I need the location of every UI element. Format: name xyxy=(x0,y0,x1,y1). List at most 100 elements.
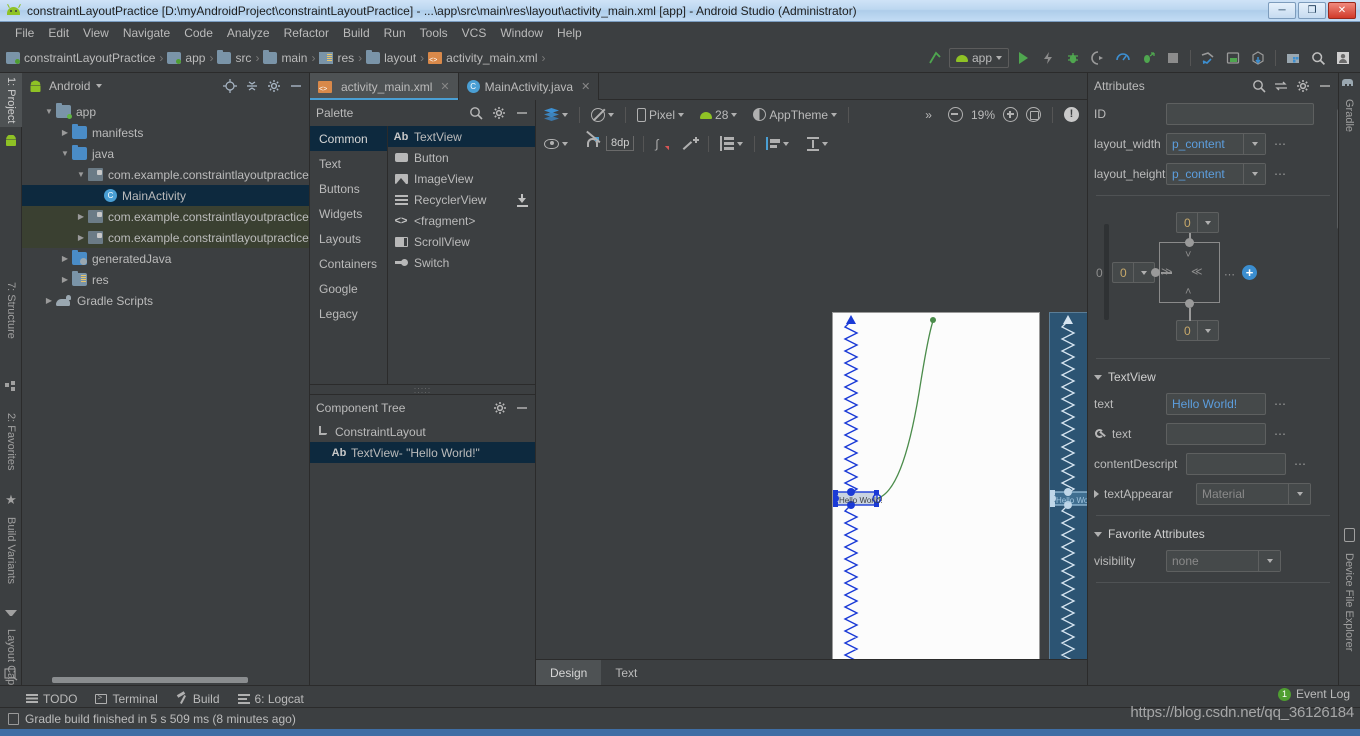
breadcrumb-item-file[interactable]: activity_main.xml› xyxy=(428,51,549,65)
content-description-more-button[interactable]: ⋯ xyxy=(1292,457,1308,471)
collapse-all-icon[interactable] xyxy=(245,79,259,93)
palette-item-fragment[interactable]: <> <fragment> xyxy=(388,210,535,231)
tree-row-package-androidtest[interactable]: ▶ com.example.constraintlayoutpractice xyxy=(22,206,309,227)
toolbar-overflow-button[interactable]: » xyxy=(923,108,934,122)
blueprint-preview[interactable]: Hello World! xyxy=(1049,312,1087,659)
chevron-right-icon[interactable]: ▶ xyxy=(74,231,88,245)
chevron-down-icon[interactable] xyxy=(1196,213,1218,232)
autoconnect-button[interactable] xyxy=(584,130,602,150)
align-button[interactable] xyxy=(764,137,791,150)
menu-window[interactable]: Window xyxy=(493,24,550,42)
sync-gradle-icon[interactable] xyxy=(1197,47,1219,69)
layout-width-more-button[interactable]: ⋯ xyxy=(1272,137,1288,151)
text-appearance-combo[interactable]: Material xyxy=(1196,483,1311,505)
tool-window-gradle[interactable]: Gradle xyxy=(1338,95,1360,136)
close-icon[interactable]: ✕ xyxy=(581,80,590,93)
chevron-right-icon[interactable]: ▶ xyxy=(58,252,72,266)
search-icon[interactable] xyxy=(469,106,483,120)
palette-category-common[interactable]: Common xyxy=(310,126,387,151)
id-input[interactable] xyxy=(1166,103,1314,125)
event-log-button[interactable]: 1 Event Log xyxy=(1277,687,1350,701)
palette-item-imageview[interactable]: ImageView xyxy=(388,168,535,189)
chevron-down-icon[interactable] xyxy=(1243,164,1265,184)
zoom-out-button[interactable] xyxy=(946,107,965,122)
infer-constraints-button[interactable] xyxy=(681,136,700,151)
breadcrumb-item-res[interactable]: res › xyxy=(319,51,366,65)
attach-debugger-icon[interactable] xyxy=(1137,47,1159,69)
chevron-down-icon[interactable]: ▼ xyxy=(58,147,72,161)
issues-button[interactable]: ! xyxy=(1062,107,1081,122)
menu-refactor[interactable]: Refactor xyxy=(277,24,336,42)
visibility-combo[interactable]: none xyxy=(1166,550,1281,572)
clear-constraints-button[interactable]: ∫ xyxy=(653,137,671,151)
stop-icon[interactable] xyxy=(1162,47,1184,69)
search-everywhere-icon[interactable] xyxy=(1307,47,1329,69)
chevron-down-icon[interactable]: ▼ xyxy=(74,168,88,182)
view-mode-selector[interactable] xyxy=(542,108,570,121)
menu-navigate[interactable]: Navigate xyxy=(116,24,177,42)
close-icon[interactable]: ✕ xyxy=(440,80,449,93)
gear-icon[interactable] xyxy=(492,106,506,120)
tree-row-app[interactable]: ▼ app xyxy=(22,101,309,122)
chevron-right-icon[interactable]: ▶ xyxy=(58,126,72,140)
project-horizontal-scrollbar[interactable] xyxy=(52,677,248,683)
menu-analyze[interactable]: Analyze xyxy=(220,24,277,42)
constraint-widget[interactable]: 0 ˅ 0 ˄ 0 ≫ ≪ ⋯ + 0 xyxy=(1094,202,1332,352)
run-icon[interactable] xyxy=(1012,47,1034,69)
project-view-selector[interactable]: Android xyxy=(28,79,223,93)
bottom-item-todo[interactable]: TODO xyxy=(26,692,77,706)
apply-changes-icon[interactable] xyxy=(1037,47,1059,69)
chevron-down-icon[interactable] xyxy=(1258,551,1280,571)
zoom-to-fit-button[interactable] xyxy=(1024,107,1043,122)
layout-captures-icon[interactable] xyxy=(4,668,19,682)
left-margin-field[interactable]: 0 xyxy=(1112,262,1155,283)
breadcrumb-item-src[interactable]: src › xyxy=(217,50,263,65)
guidelines-button[interactable] xyxy=(718,136,745,151)
profiler-icon[interactable] xyxy=(1112,47,1134,69)
design-preview[interactable]: Hello World! xyxy=(832,312,1040,659)
layout-height-combo[interactable]: p_content xyxy=(1166,163,1266,185)
search-icon[interactable] xyxy=(1252,79,1266,93)
run-configuration-selector[interactable]: app xyxy=(948,48,1009,68)
zoom-in-button[interactable] xyxy=(1001,107,1020,122)
bottom-item-terminal[interactable]: Terminal xyxy=(95,692,158,706)
menu-help[interactable]: Help xyxy=(550,24,589,42)
avd-manager-icon[interactable] xyxy=(1222,47,1244,69)
orientation-selector[interactable] xyxy=(589,107,616,122)
menu-run[interactable]: Run xyxy=(377,24,413,42)
content-description-input[interactable] xyxy=(1186,453,1286,475)
chevron-down-icon[interactable] xyxy=(1243,134,1265,154)
hide-icon[interactable] xyxy=(515,401,529,415)
layout-canvas[interactable]: Hello World! Hello World! xyxy=(536,158,1087,659)
palette-item-scrollview[interactable]: ScrollView xyxy=(388,231,535,252)
tool-window-build-variants[interactable]: Build Variants xyxy=(0,513,22,588)
breadcrumb-item-main[interactable]: main › xyxy=(263,50,319,65)
bottom-item-build[interactable]: Build xyxy=(176,690,220,706)
text-input[interactable]: Hello World! xyxy=(1166,393,1266,415)
favorite-attributes-section-header[interactable]: Favorite Attributes xyxy=(1094,522,1332,546)
palette-item-textview[interactable]: Ab TextView xyxy=(388,126,535,147)
chevron-right-icon[interactable]: ▶ xyxy=(74,210,88,224)
palette-category-buttons[interactable]: Buttons xyxy=(310,176,387,201)
design-text-more-button[interactable]: ⋯ xyxy=(1272,427,1288,441)
tool-window-project[interactable]: 1: Project xyxy=(0,73,22,128)
text-more-button[interactable]: ⋯ xyxy=(1272,397,1288,411)
theme-selector[interactable]: AppTheme xyxy=(751,108,839,122)
user-icon[interactable] xyxy=(1332,47,1354,69)
palette-category-containers[interactable]: Containers xyxy=(310,251,387,276)
breadcrumb-item-layout[interactable]: layout › xyxy=(366,50,428,65)
device-selector[interactable]: Pixel xyxy=(635,107,686,122)
tree-row-package-test[interactable]: ▶ com.example.constraintlayoutpractice xyxy=(22,227,309,248)
component-tree-row-textview[interactable]: Ab TextView- "Hello World!" xyxy=(310,442,535,463)
component-tree-row-constraintlayout[interactable]: ConstraintLayout xyxy=(310,421,535,442)
chevron-down-icon[interactable]: ▼ xyxy=(42,105,56,119)
palette-category-widgets[interactable]: Widgets xyxy=(310,201,387,226)
visibility-button[interactable] xyxy=(542,138,570,149)
menu-tools[interactable]: Tools xyxy=(413,24,455,42)
menu-code[interactable]: Code xyxy=(177,24,220,42)
bottom-item-logcat[interactable]: 6: Logcat xyxy=(237,692,304,706)
design-text-input[interactable] xyxy=(1166,423,1266,445)
tab-design[interactable]: Design xyxy=(536,660,602,685)
locate-icon[interactable] xyxy=(223,79,237,93)
gear-icon[interactable] xyxy=(493,401,507,415)
